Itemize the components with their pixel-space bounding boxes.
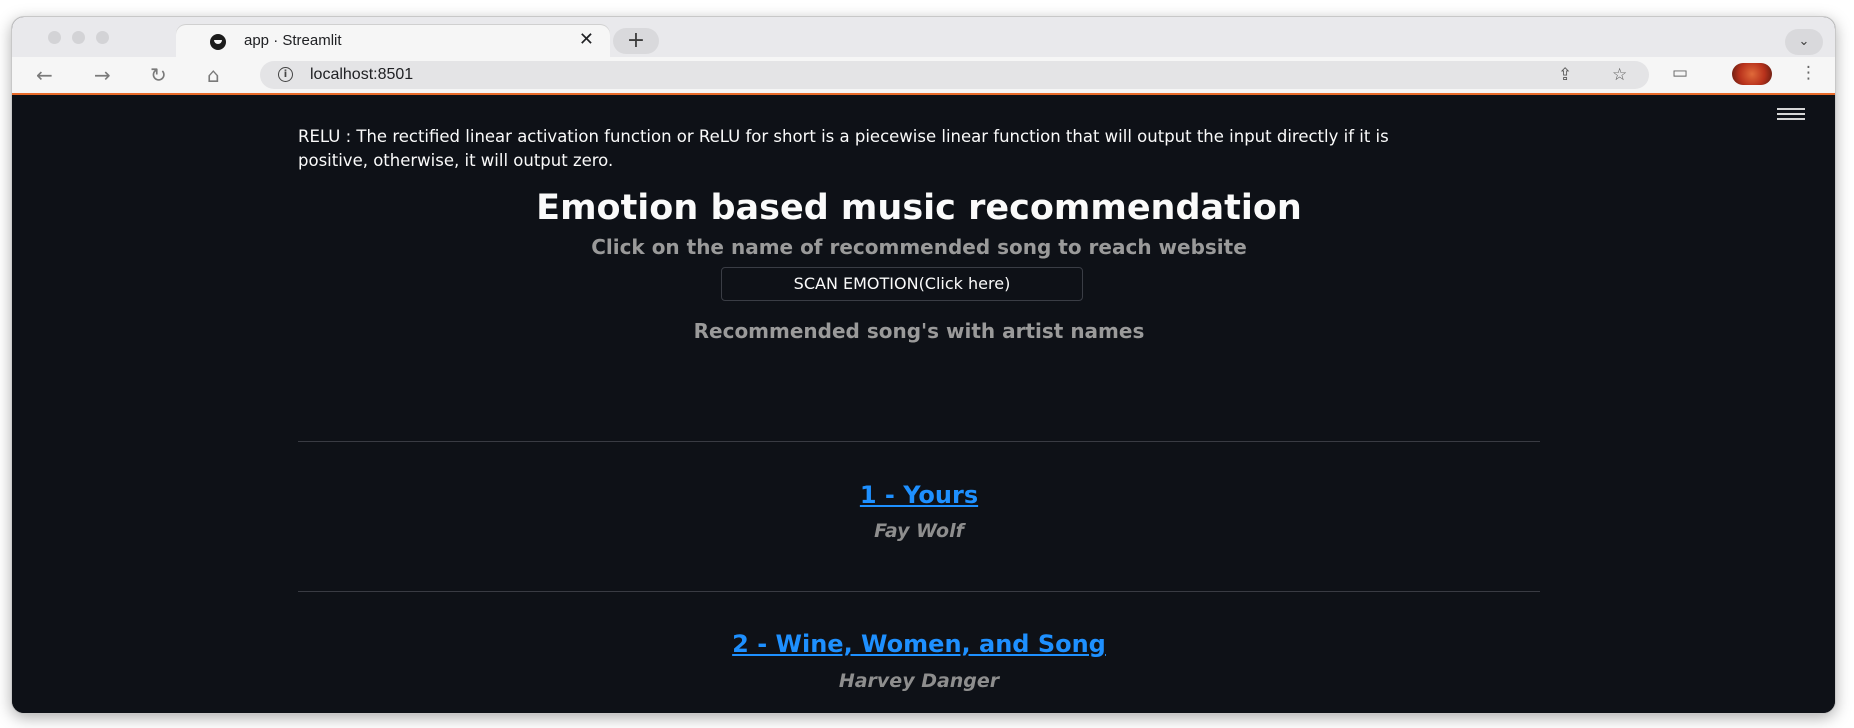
browser-tab[interactable]: app · Streamlit ✕ — [176, 25, 610, 57]
tab-strip: app · Streamlit ✕ + ⌄ — [12, 17, 1835, 57]
scan-emotion-button[interactable]: SCAN EMOTION(Click here) — [721, 267, 1083, 301]
window-minimize-dot[interactable] — [72, 31, 85, 44]
new-tab-button[interactable]: + — [613, 28, 659, 54]
hamburger-menu-icon[interactable] — [1777, 108, 1805, 123]
window-zoom-dot[interactable] — [96, 31, 109, 44]
streamlit-favicon-icon — [210, 34, 226, 50]
bookmark-star-icon[interactable]: ☆ — [1612, 65, 1627, 85]
relu-description: RELU : The rectified linear activation f… — [298, 127, 1389, 170]
window-close-dot[interactable] — [48, 31, 61, 44]
forward-arrow-icon[interactable]: → — [94, 63, 111, 87]
reload-icon[interactable]: ↻ — [150, 63, 167, 87]
close-tab-icon[interactable]: ✕ — [579, 29, 594, 50]
share-icon[interactable]: ⇪ — [1558, 65, 1572, 85]
tab-search-chevron-icon[interactable]: ⌄ — [1785, 29, 1823, 55]
page-title: Emotion based music recommendation — [536, 188, 1302, 228]
home-icon[interactable]: ⌂ — [207, 63, 220, 87]
back-arrow-icon[interactable]: ← — [36, 63, 53, 87]
song-artist-2: Harvey Danger — [838, 670, 1000, 692]
url-text[interactable]: localhost:8501 — [310, 66, 413, 84]
browser-toolbar: ← → ↻ ⌂ i localhost:8501 ⇪ ☆ ▭ ⋮ — [12, 57, 1835, 95]
address-bar[interactable]: i localhost:8501 ⇪ ☆ — [260, 61, 1649, 89]
song-link-2[interactable]: 2 - Wine, Women, and Song — [298, 630, 1540, 658]
profile-avatar[interactable] — [1732, 63, 1772, 85]
recommendations-heading: Recommended song's with artist names — [693, 319, 1145, 343]
site-info-icon[interactable]: i — [278, 67, 293, 82]
streamlit-app: RELU : The rectified linear activation f… — [12, 95, 1835, 713]
browser-window: app · Streamlit ✕ + ⌄ ← → ↻ ⌂ i localhos… — [12, 17, 1835, 713]
divider — [298, 441, 1540, 442]
side-panel-icon[interactable]: ▭ — [1672, 63, 1688, 83]
page-subtitle: Click on the name of recommended song to… — [591, 235, 1247, 259]
song-artist-1: Fay Wolf — [874, 520, 964, 542]
song-link-1[interactable]: 1 - Yours — [298, 481, 1540, 509]
tab-title: app · Streamlit — [244, 32, 342, 49]
browser-menu-icon[interactable]: ⋮ — [1800, 63, 1817, 83]
divider — [298, 591, 1540, 592]
